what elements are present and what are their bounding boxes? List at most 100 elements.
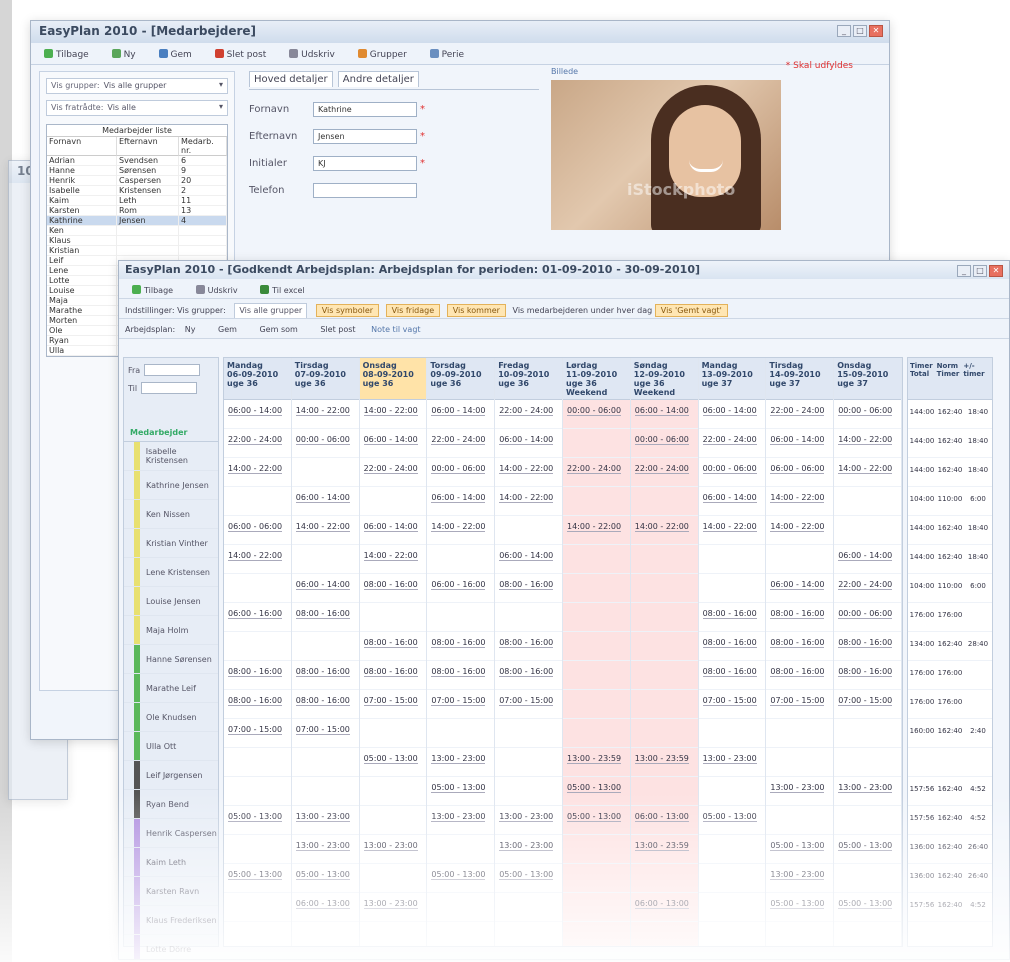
shift-cell[interactable]: 13:00 - 23:00 [427, 806, 495, 835]
phone-field[interactable] [313, 183, 417, 198]
shift-cell[interactable]: 06:00 - 14:00 [359, 516, 427, 545]
employee-row[interactable]: Marathe Leif [124, 674, 218, 703]
day-header[interactable]: Mandag 13-09-2010 uge 37 [698, 358, 766, 400]
shift-cell[interactable] [291, 545, 359, 574]
employee-row[interactable]: Maja Holm [124, 616, 218, 645]
group-select[interactable]: Vis alle grupper [234, 303, 308, 318]
list-item[interactable]: Kristian [47, 246, 227, 256]
shift-cell[interactable] [224, 777, 291, 806]
employee-row[interactable]: Kaim Leth [124, 848, 218, 877]
minimize-icon[interactable]: _ [837, 25, 851, 37]
shift-cell[interactable] [224, 893, 291, 922]
shift-cell[interactable] [291, 748, 359, 777]
shift-cell[interactable] [495, 603, 562, 632]
shift-cell[interactable]: 08:00 - 16:00 [359, 574, 427, 603]
shift-cell[interactable]: 08:00 - 16:00 [291, 603, 359, 632]
shift-cell[interactable]: 08:00 - 16:00 [834, 632, 901, 661]
shift-cell[interactable]: 22:00 - 24:00 [359, 458, 427, 487]
shift-cell[interactable]: 14:00 - 22:00 [224, 545, 291, 574]
shift-cell[interactable]: 06:00 - 14:00 [427, 400, 495, 429]
shift-cell[interactable]: 05:00 - 13:00 [495, 864, 562, 893]
shift-cell[interactable]: 22:00 - 24:00 [834, 574, 901, 603]
day-header[interactable]: Onsdag 08-09-2010 uge 36 [359, 358, 427, 400]
shift-cell[interactable] [630, 864, 698, 893]
list-item[interactable]: Adrian Svendsen 6 [47, 156, 227, 166]
employee-row[interactable]: Kathrine Jensen [124, 471, 218, 500]
shift-cell[interactable] [698, 864, 766, 893]
shift-cell[interactable]: 13:00 - 23:00 [698, 748, 766, 777]
toggle-days-off[interactable]: Vis fridage [385, 304, 441, 317]
shift-cell[interactable]: 06:00 - 14:00 [698, 400, 766, 429]
shift-cell[interactable] [698, 893, 766, 922]
shift-cell[interactable]: 05:00 - 13:00 [834, 893, 901, 922]
employee-row[interactable]: Kristian Vinther [124, 529, 218, 558]
shift-cell[interactable] [563, 864, 630, 893]
print-button[interactable]: Udskriv [282, 47, 342, 62]
shift-cell[interactable] [359, 487, 427, 516]
employee-row[interactable]: Lene Kristensen [124, 558, 218, 587]
day-header[interactable]: Søndag 12-09-2010 uge 36 Weekend [630, 358, 698, 400]
shift-cell[interactable]: 00:00 - 06:00 [563, 400, 630, 429]
tab-main-details[interactable]: Hoved detaljer [249, 71, 333, 87]
shift-cell[interactable] [630, 632, 698, 661]
shift-cell[interactable] [495, 516, 562, 545]
shift-cell[interactable] [563, 690, 630, 719]
shift-cell[interactable] [427, 719, 495, 748]
employee-row[interactable]: Ryan Bend [124, 790, 218, 819]
shift-cell[interactable]: 05:00 - 13:00 [563, 777, 630, 806]
shift-cell[interactable] [291, 458, 359, 487]
shift-cell[interactable] [834, 748, 901, 777]
employee-row[interactable]: Isabelle Kristensen [124, 442, 218, 471]
employee-row[interactable]: Ole Knudsen [124, 703, 218, 732]
shift-cell[interactable]: 07:00 - 15:00 [766, 690, 834, 719]
shift-cell[interactable] [359, 603, 427, 632]
employee-row[interactable]: Ken Nissen [124, 500, 218, 529]
shift-cell[interactable]: 06:00 - 06:00 [224, 516, 291, 545]
list-item[interactable]: Kathrine Jensen 4 [47, 216, 227, 226]
shift-cell[interactable] [563, 893, 630, 922]
shift-cell[interactable]: 08:00 - 16:00 [291, 661, 359, 690]
shift-cell[interactable]: 05:00 - 13:00 [224, 864, 291, 893]
shift-cell[interactable] [563, 574, 630, 603]
shift-cell[interactable]: 08:00 - 16:00 [224, 690, 291, 719]
day-header[interactable]: Tirsdag 14-09-2010 uge 37 [766, 358, 834, 400]
shift-cell[interactable]: 06:00 - 14:00 [224, 400, 291, 429]
day-header[interactable]: Torsdag 09-09-2010 uge 36 [427, 358, 495, 400]
shift-cell[interactable] [427, 545, 495, 574]
shift-cell[interactable] [563, 719, 630, 748]
day-header[interactable]: Onsdag 15-09-2010 uge 37 [834, 358, 901, 400]
shift-cell[interactable]: 08:00 - 16:00 [495, 632, 562, 661]
shift-cell[interactable]: 06:00 - 14:00 [291, 574, 359, 603]
shift-cell[interactable]: 07:00 - 15:00 [834, 690, 901, 719]
employee-row[interactable]: Leif Jørgensen [124, 761, 218, 790]
shift-cell[interactable] [224, 835, 291, 864]
shift-cell[interactable]: 14:00 - 22:00 [224, 458, 291, 487]
shift-cell[interactable]: 22:00 - 24:00 [427, 429, 495, 458]
shift-cell[interactable]: 14:00 - 22:00 [291, 400, 359, 429]
shift-cell[interactable]: 05:00 - 13:00 [766, 835, 834, 864]
shift-cell[interactable]: 22:00 - 24:00 [224, 429, 291, 458]
shift-cell[interactable] [834, 864, 901, 893]
employee-row[interactable]: Hanne Sørensen [124, 645, 218, 674]
shift-cell[interactable]: 14:00 - 22:00 [766, 487, 834, 516]
shift-cell[interactable]: 06:00 - 14:00 [766, 574, 834, 603]
shift-cell[interactable] [563, 487, 630, 516]
shift-cell[interactable] [698, 777, 766, 806]
column-header[interactable]: Efternavn [117, 137, 179, 156]
shift-cell[interactable]: 08:00 - 16:00 [427, 661, 495, 690]
shift-cell[interactable]: 00:00 - 06:00 [291, 429, 359, 458]
shift-cell[interactable] [427, 835, 495, 864]
shift-cell[interactable]: 05:00 - 13:00 [427, 864, 495, 893]
shift-cell[interactable]: 06:00 - 06:00 [766, 458, 834, 487]
shift-cell[interactable]: 14:00 - 22:00 [698, 516, 766, 545]
shift-cell[interactable]: 05:00 - 13:00 [224, 806, 291, 835]
shift-cell[interactable]: 07:00 - 15:00 [291, 719, 359, 748]
shift-cell[interactable]: 08:00 - 16:00 [359, 632, 427, 661]
tasks-button[interactable]: Perie [423, 47, 471, 62]
shift-cell[interactable] [224, 748, 291, 777]
shift-cell[interactable]: 08:00 - 16:00 [427, 632, 495, 661]
shift-cell[interactable] [359, 806, 427, 835]
back-button[interactable]: Tilbage [37, 47, 96, 62]
shift-cell[interactable] [834, 516, 901, 545]
shift-cell[interactable]: 22:00 - 24:00 [698, 429, 766, 458]
